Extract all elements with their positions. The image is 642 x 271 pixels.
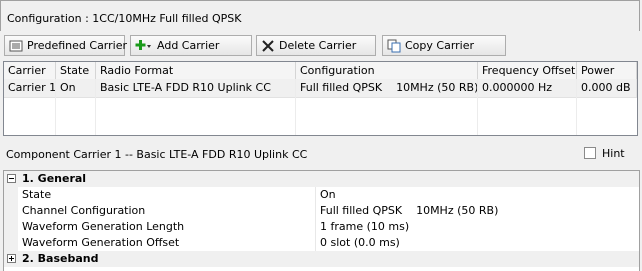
column-divider — [315, 219, 316, 235]
hint-checkbox[interactable] — [584, 147, 596, 159]
property-row-waveform-generation-offset[interactable]: Waveform Generation Offset 0 slot (0.0 m… — [4, 235, 639, 251]
configuration-title: Configuration : 1CC/10MHz Full filled QP… — [7, 12, 242, 25]
category-general-label: 1. General — [22, 172, 87, 185]
column-divider — [315, 203, 316, 219]
table-row[interactable]: Carrier 1 On Basic LTE-A FDD R10 Uplink … — [4, 79, 637, 98]
predefined-carrier-button[interactable]: Predefined Carrier — [4, 35, 128, 56]
row-gutter — [4, 235, 18, 251]
category-general[interactable]: 1. General — [4, 171, 639, 187]
delete-carrier-label: Delete Carrier — [279, 39, 357, 52]
predefined-carrier-label: Predefined Carrier — [27, 39, 128, 52]
category-baseband-label: 2. Baseband — [22, 252, 99, 265]
grid-line — [295, 79, 296, 135]
column-header-radio-format[interactable]: Radio Format — [96, 62, 296, 79]
property-name: Waveform Generation Offset — [22, 236, 180, 249]
hint-label: Hint — [602, 147, 625, 160]
row-gutter — [4, 203, 18, 219]
predefined-carrier-icon — [9, 39, 23, 53]
property-value: 0 slot (0.0 ms) — [320, 236, 400, 249]
column-divider — [315, 235, 316, 251]
cell-power: 0.000 dB — [577, 79, 637, 97]
delete-carrier-button[interactable]: Delete Carrier — [256, 35, 376, 56]
grid-line — [95, 79, 96, 135]
copy-carrier-label: Copy Carrier — [405, 39, 475, 52]
carrier-table[interactable]: Carrier State Radio Format Configuration… — [3, 61, 638, 136]
property-grid[interactable]: 1. General State On Channel Configuratio… — [3, 170, 640, 271]
property-name: Channel Configuration — [22, 204, 146, 217]
column-header-state[interactable]: State — [56, 62, 96, 79]
grid-line — [576, 79, 577, 135]
copy-icon — [387, 39, 401, 53]
copy-carrier-button[interactable]: Copy Carrier — [382, 35, 506, 56]
property-name: State — [22, 188, 52, 201]
property-row-state[interactable]: State On — [4, 187, 639, 203]
grid-line — [477, 79, 478, 135]
property-value: On — [320, 188, 336, 201]
property-name: Waveform Generation Length — [22, 220, 185, 233]
add-icon — [135, 39, 153, 53]
component-carrier-title: Component Carrier 1 -- Basic LTE-A FDD R… — [6, 148, 308, 161]
table-header: Carrier State Radio Format Configuration… — [4, 62, 637, 80]
cell-radio-format: Basic LTE-A FDD R10 Uplink CC — [96, 79, 296, 97]
column-header-configuration[interactable]: Configuration — [296, 62, 478, 79]
cell-configuration: Full filled QPSK 10MHz (50 RB) — [296, 79, 478, 97]
grid-line — [55, 79, 56, 135]
row-gutter — [4, 187, 18, 203]
cell-frequency-offset: 0.000000 Hz — [478, 79, 577, 97]
add-carrier-button[interactable]: Add Carrier — [130, 35, 252, 56]
configuration-title-bar: Configuration : 1CC/10MHz Full filled QP… — [0, 0, 640, 31]
property-row-channel-configuration[interactable]: Channel Configuration Full filled QPSK 1… — [4, 203, 639, 219]
expand-icon[interactable] — [7, 254, 16, 263]
add-carrier-label: Add Carrier — [157, 39, 220, 52]
category-baseband[interactable]: 2. Baseband — [4, 251, 639, 267]
cell-state: On — [56, 79, 96, 97]
component-carrier-header: Component Carrier 1 -- Basic LTE-A FDD R… — [0, 142, 640, 170]
collapse-icon[interactable] — [7, 174, 16, 183]
property-value: 1 frame (10 ms) — [320, 220, 410, 233]
column-header-power[interactable]: Power — [577, 62, 637, 79]
property-value: Full filled QPSK 10MHz (50 RB) — [320, 204, 499, 217]
cell-carrier: Carrier 1 — [4, 79, 56, 97]
property-row-waveform-generation-length[interactable]: Waveform Generation Length 1 frame (10 m… — [4, 219, 639, 235]
column-header-carrier[interactable]: Carrier — [4, 62, 56, 79]
column-header-frequency-offset[interactable]: Frequency Offset — [478, 62, 577, 79]
delete-icon — [261, 39, 275, 53]
row-gutter — [4, 219, 18, 235]
column-divider — [315, 187, 316, 203]
